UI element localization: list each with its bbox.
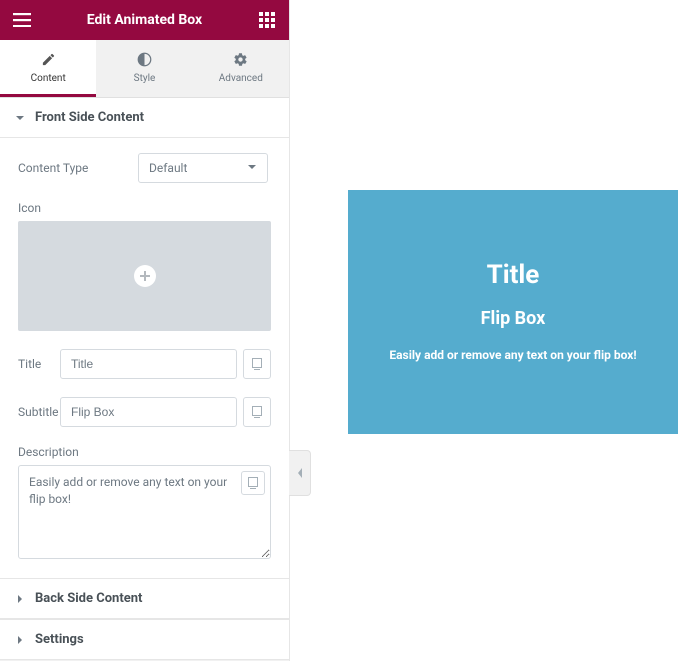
preview-area: Title Flip Box Easily add or remove any … <box>290 0 700 661</box>
section-front-header[interactable]: Front Side Content <box>0 98 289 138</box>
grid-icon[interactable] <box>255 8 279 32</box>
dynamic-tags-button[interactable] <box>243 397 271 427</box>
title-input[interactable] <box>60 349 237 379</box>
field-content-type: Content Type Default <box>18 153 271 183</box>
icon-upload-area[interactable] <box>18 221 271 331</box>
chevron-left-icon <box>296 467 304 479</box>
pencil-icon <box>0 52 96 67</box>
section-settings-header[interactable]: Settings <box>0 619 289 660</box>
chevron-down-icon <box>247 161 257 175</box>
content-type-select[interactable]: Default <box>138 153 268 183</box>
section-front-body: Content Type Default Icon Title <box>0 138 289 578</box>
description-label: Description <box>18 445 271 459</box>
tab-label: Content <box>31 73 66 84</box>
field-label: Subtitle <box>18 405 60 419</box>
panel-scroll[interactable]: Front Side Content Content Type Default … <box>0 98 289 661</box>
field-label: Title <box>18 357 60 371</box>
tab-advanced[interactable]: Advanced <box>193 40 289 97</box>
flip-box-widget[interactable]: Title Flip Box Easily add or remove any … <box>348 190 678 434</box>
section-back-header[interactable]: Back Side Content <box>0 578 289 619</box>
contrast-icon <box>96 52 192 67</box>
hamburger-icon[interactable] <box>10 8 34 32</box>
section-title: Back Side Content <box>35 591 142 606</box>
field-title: Title <box>18 349 271 379</box>
field-label: Content Type <box>18 161 138 175</box>
field-subtitle: Subtitle <box>18 397 271 427</box>
panel-collapse-handle[interactable] <box>289 450 311 496</box>
flip-box-description: Easily add or remove any text on your fl… <box>389 347 636 364</box>
dynamic-tags-button[interactable] <box>243 349 271 379</box>
flip-box-subtitle: Flip Box <box>481 308 546 329</box>
tab-label: Style <box>134 73 156 84</box>
dynamic-tags-button[interactable] <box>241 471 265 495</box>
section-title: Settings <box>35 632 84 647</box>
gear-icon <box>193 52 289 67</box>
select-value: Default <box>149 161 187 175</box>
plus-icon <box>134 265 156 287</box>
panel-title: Edit Animated Box <box>34 12 255 28</box>
tab-content[interactable]: Content <box>0 40 96 97</box>
icon-label: Icon <box>18 201 271 215</box>
tab-label: Advanced <box>219 73 263 84</box>
subtitle-input[interactable] <box>60 397 237 427</box>
caret-right-icon <box>15 635 25 645</box>
caret-right-icon <box>15 594 25 604</box>
tab-style[interactable]: Style <box>96 40 192 97</box>
flip-box-title: Title <box>487 260 540 290</box>
editor-sidebar: Edit Animated Box Content Sty <box>0 0 290 661</box>
section-title: Front Side Content <box>35 110 144 125</box>
editor-topbar: Edit Animated Box <box>0 0 289 40</box>
editor-tabs: Content Style Advanced <box>0 40 289 98</box>
caret-down-icon <box>15 113 25 123</box>
description-textarea[interactable] <box>18 465 271 559</box>
